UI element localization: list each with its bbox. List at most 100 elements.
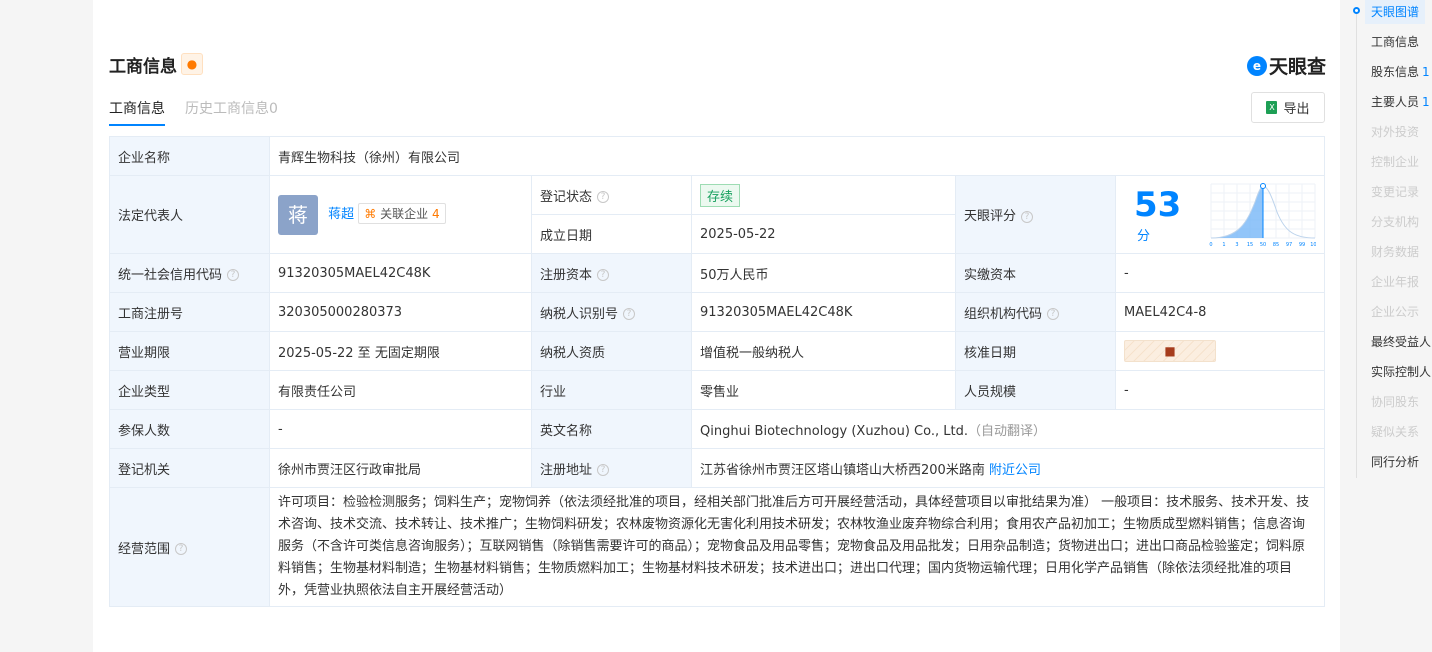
sidebar-item[interactable]: 变更记录 — [1365, 180, 1425, 204]
sidebar-item-label: 对外投资 — [1371, 125, 1420, 139]
auto-translate-note: （自动翻译） — [967, 423, 1046, 439]
sidebar-item-count: 1 — [1422, 65, 1430, 79]
legal-rep-cell: 蒋 蒋超 ⌘ 关联企业 4 — [269, 175, 532, 254]
label: 成立日期 — [531, 214, 692, 254]
sidebar-item[interactable]: 财务数据 — [1365, 240, 1425, 264]
table-row: 登记机关 徐州市贾汪区行政审批局 注册地址? 江苏省徐州市贾汪区塔山镇塔山大桥西… — [109, 448, 1326, 488]
found-date: 2025-05-22 — [691, 214, 956, 254]
x-tick-label: 85 — [1273, 242, 1279, 248]
table-row: 营业期限 2025-05-22 至 无固定期限 纳税人资质 增值税一般纳税人 核… — [109, 331, 1326, 371]
table-row: 法定代表人 蒋 蒋超 ⌘ 关联企业 4 登记状态? 存续 天眼评分? 53 分 0… — [109, 175, 1326, 254]
side-nav: 天眼图谱 工商信息 股东信息 1 主要人员 1 对外投资 控制企业 变更记录 分支机构 财务数据 企业… — [1345, 0, 1432, 652]
sidebar-item-label: 同行分析 — [1371, 455, 1420, 469]
label: 注册资本? — [531, 253, 692, 293]
help-icon[interactable]: ? — [1047, 308, 1060, 320]
help-icon[interactable]: ? — [1021, 210, 1034, 223]
sidebar-item-label: 工商信息 — [1371, 35, 1420, 49]
nav-line — [1356, 8, 1357, 478]
x-tick-label: 100 — [1310, 242, 1316, 248]
nearby-companies-link[interactable]: 附近公司 — [989, 463, 1041, 478]
tab-business-info[interactable]: 工商信息 — [109, 98, 165, 126]
related-companies-button[interactable]: ⌘ 关联企业 4 — [358, 203, 446, 224]
help-icon[interactable]: ? — [597, 269, 610, 281]
org-code: MAEL42C4-8 — [1114, 292, 1326, 332]
lock-icon[interactable]: ■ — [1124, 340, 1216, 362]
sidebar-item[interactable]: 股东信息 1 — [1365, 60, 1432, 84]
sidebar-item-label: 财务数据 — [1371, 245, 1420, 259]
tax-qualification: 增值税一般纳税人 — [691, 331, 956, 371]
status-cell: 存续 — [691, 175, 956, 215]
help-icon[interactable]: ? — [175, 543, 188, 555]
sidebar-item-label: 变更记录 — [1371, 185, 1420, 199]
sidebar-item[interactable]: 最终受益人 — [1365, 330, 1432, 354]
business-info-card: 工商信息 ● e 天眼查 工商信息 历史工商信息0 X 导出 企业名称 青辉生物科技… — [93, 0, 1340, 652]
capital: 50万人民币 — [691, 253, 956, 293]
sidebar-item[interactable]: 疑似关系 — [1365, 420, 1425, 444]
table-row: 经营范围? 许可项目：检验检测服务；饲料生产；宠物饲养（依法须经批准的项目，经相… — [109, 487, 1326, 607]
label: 经营范围? — [109, 487, 270, 607]
english-name-cell: Qinghui Biotechnology (Xuzhou) Co., Ltd.… — [690, 409, 1326, 449]
sidebar-item[interactable]: 实际控制人 — [1365, 360, 1432, 384]
sidebar-item[interactable]: 协同股东 — [1365, 390, 1425, 414]
x-tick-label: 0 — [1209, 242, 1212, 248]
sidebar-item-label: 分支机构 — [1371, 215, 1420, 229]
x-tick-label: 50 — [1260, 242, 1266, 248]
address-label: 注册地址 — [540, 462, 593, 478]
help-icon[interactable]: ? — [227, 269, 240, 281]
x-tick-label: 15 — [1247, 242, 1253, 248]
sidebar-item-label: 主要人员 — [1371, 95, 1420, 109]
sidebar-item[interactable]: 同行分析 — [1365, 450, 1425, 474]
business-scope: 许可项目：检验检测服务；饲料生产；宠物饲养（依法须经批准的项目，经相关部门批准后… — [268, 487, 1326, 607]
sidebar-item-label: 最终受益人 — [1371, 335, 1432, 349]
score-cell[interactable]: 53 分 0 1 3 15 50 85 97 99 100 — [1114, 175, 1326, 254]
label: 纳税人资质 — [531, 331, 692, 371]
english-name: Qinghui Biotechnology (Xuzhou) Co., Ltd. — [700, 423, 968, 439]
x-tick-label: 97 — [1286, 242, 1292, 248]
sidebar-item[interactable]: 控制企业 — [1365, 150, 1425, 174]
status-badge: 存续 — [700, 183, 741, 207]
sidebar-item[interactable]: 对外投资 — [1365, 120, 1425, 144]
label: 行业 — [531, 370, 692, 410]
reg-no: 320305000280373 — [269, 292, 532, 332]
help-icon[interactable]: ? — [623, 308, 636, 320]
sidebar-item[interactable]: 企业年报 — [1365, 270, 1425, 294]
label: 天眼评分? — [955, 175, 1116, 254]
tab-history[interactable]: 历史工商信息0 — [185, 98, 278, 126]
sidebar-item-label: 股东信息 — [1371, 65, 1420, 79]
export-button[interactable]: X 导出 — [1251, 92, 1325, 123]
label: 登记状态? — [531, 175, 692, 215]
brand-name: 天眼查 — [1268, 56, 1326, 78]
score-value: 53 — [1134, 185, 1182, 225]
legal-rep-link[interactable]: 蒋超 — [328, 207, 354, 222]
label: 核准日期 — [955, 331, 1116, 371]
staff-size: - — [1114, 370, 1326, 410]
sidebar-item[interactable]: 分支机构 — [1365, 210, 1425, 234]
label: 登记机关 — [109, 448, 270, 488]
sidebar-item-label: 控制企业 — [1371, 155, 1420, 169]
bell-icon[interactable]: ● — [181, 53, 203, 75]
avatar[interactable]: 蒋 — [278, 194, 318, 235]
sidebar-item[interactable]: 主要人员 1 — [1365, 90, 1432, 114]
active-dot-icon — [1353, 7, 1360, 14]
help-icon[interactable]: ? — [597, 191, 610, 203]
industry: 零售业 — [691, 370, 956, 410]
sidebar-item[interactable]: 工商信息 — [1365, 30, 1425, 54]
help-icon[interactable]: ? — [597, 464, 610, 476]
label: 参保人数 — [109, 409, 270, 449]
paid-capital: - — [1114, 253, 1326, 293]
address: 江苏省徐州市贾汪区塔山镇塔山大桥西200米路南 — [700, 462, 985, 478]
sidebar-item-label: 企业年报 — [1371, 275, 1420, 289]
sidebar-item[interactable]: 企业公示 — [1365, 300, 1425, 324]
sidebar-item-count: 1 — [1422, 95, 1430, 109]
info-table: 企业名称 青辉生物科技（徐州）有限公司 法定代表人 蒋 蒋超 ⌘ 关联企业 4 … — [109, 136, 1326, 607]
sidebar-item-label: 疑似关系 — [1371, 425, 1420, 439]
score-marker — [1259, 182, 1266, 189]
sidebar-item[interactable]: 天眼图谱 — [1365, 0, 1426, 24]
section-title: 工商信息 — [109, 57, 177, 77]
insured-count: - — [269, 409, 532, 449]
table-row: 企业类型 有限责任公司 行业 零售业 人员规模 - — [109, 370, 1326, 410]
label: 工商注册号 — [109, 292, 270, 332]
label: 注册地址? — [531, 448, 692, 488]
approve-date-cell: ■ — [1114, 331, 1326, 371]
score-unit: 分 — [1137, 229, 1151, 244]
